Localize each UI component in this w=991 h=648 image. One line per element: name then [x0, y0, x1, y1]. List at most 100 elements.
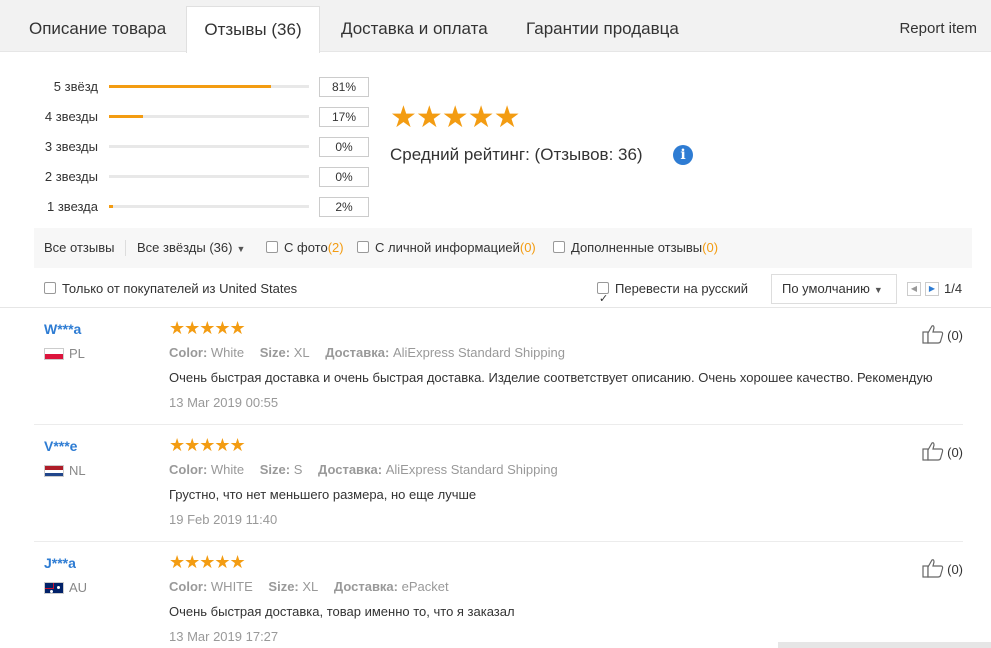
meta-size-value: XL — [302, 579, 319, 594]
reviewer-country: AU — [69, 580, 88, 595]
tab-reviews[interactable]: Отзывы (36) — [186, 6, 320, 53]
personal-info-count: (0) — [519, 240, 536, 255]
review-stars: ★★★★★ — [169, 552, 246, 572]
helpful-count: (0) — [947, 328, 963, 343]
meta-size-key: Size: — [268, 579, 299, 594]
thumbs-up-icon — [922, 442, 944, 461]
filter-all-stars-label: Все звёзды (36) — [137, 240, 233, 255]
flag-au-icon — [44, 582, 64, 594]
tab-guarantees[interactable]: Гарантии продавца — [526, 6, 679, 52]
helpful-count: (0) — [947, 445, 963, 460]
rating-bar — [109, 175, 309, 178]
meta-color-value: White — [210, 462, 245, 477]
helpful-button[interactable]: (0) — [922, 324, 963, 345]
review-date: 13 Mar 2019 00:55 — [169, 395, 279, 410]
filter-with-photo[interactable]: С фото(2) — [266, 228, 344, 268]
meta-shipping-value: AliExpress Standard Shipping — [385, 462, 558, 477]
info-icon[interactable]: i — [673, 145, 693, 165]
translate-toggle[interactable]: Перевести на русский — [597, 270, 749, 318]
rating-row-4[interactable]: 4 звезды 17% — [0, 107, 380, 127]
sort-label: По умолчанию — [782, 281, 870, 296]
rating-row-1[interactable]: 1 звезда 2% — [0, 197, 380, 217]
review-text: Очень быстрая доставка и очень быстрая д… — [169, 370, 933, 385]
chevron-down-icon: ▼ — [873, 285, 883, 295]
rating-row-3[interactable]: 3 звезды 0% — [0, 137, 380, 157]
review-stars: ★★★★★ — [169, 318, 246, 338]
reviewer-name[interactable]: J***a — [44, 555, 76, 571]
review-filter-bar: Все отзывы Все звёзды (36) ▼ С фото(2) С … — [34, 228, 972, 268]
rating-row-label: 5 звёзд — [53, 79, 98, 94]
meta-shipping-value: AliExpress Standard Shipping — [392, 345, 565, 360]
review-meta: Color: White Size: S Доставка: AliExpres… — [169, 461, 558, 479]
divider — [125, 240, 126, 256]
meta-color-value: WHITE — [210, 579, 253, 594]
tab-description[interactable]: Описание товара — [29, 6, 166, 52]
review-options-bar: Только от покупателей из United States П… — [0, 270, 991, 318]
filter-personal-info[interactable]: С личной информацией(0) — [357, 228, 536, 268]
meta-shipping-value: ePacket — [401, 579, 449, 594]
review-meta: Color: WHITE Size: XL Доставка: ePacket — [169, 578, 449, 596]
filter-additional[interactable]: Дополненные отзывы(0) — [553, 228, 718, 268]
with-photo-checkbox[interactable] — [266, 241, 278, 253]
meta-color-value: White — [210, 345, 245, 360]
review-date: 13 Mar 2019 17:27 — [169, 629, 279, 644]
meta-color-key: Color: — [169, 462, 208, 477]
rating-percent: 2% — [319, 197, 369, 217]
meta-color-key: Color: — [169, 345, 208, 360]
only-country-label: Только от покупателей из United States — [62, 281, 298, 296]
translate-label: Перевести на русский — [615, 281, 749, 296]
tab-shipping[interactable]: Доставка и оплата — [341, 6, 488, 52]
additional-checkbox[interactable] — [553, 241, 565, 253]
reviewer-name[interactable]: W***a — [44, 321, 81, 337]
sort-dropdown[interactable]: По умолчанию ▼ — [771, 274, 897, 304]
rating-bar — [109, 205, 309, 208]
rating-bar-fill — [109, 85, 271, 88]
thumbs-up-icon — [922, 325, 944, 344]
rating-row-label: 3 звезды — [44, 139, 98, 154]
additional-label: Дополненные отзывы — [571, 240, 703, 255]
helpful-button[interactable]: (0) — [922, 558, 963, 579]
review-item: J***a AU ★★★★★ Color: WHITE Size: XL Дос… — [34, 542, 963, 648]
reviewer-name[interactable]: V***e — [44, 438, 77, 454]
review-item: V***e NL ★★★★★ Color: White Size: S Дост… — [34, 425, 963, 542]
additional-count: (0) — [702, 240, 719, 255]
meta-size-value: XL — [293, 345, 310, 360]
personal-info-label: С личной информацией — [375, 240, 520, 255]
thumbs-up-icon — [922, 559, 944, 578]
report-item-link[interactable]: Report item — [899, 6, 977, 52]
review-meta: Color: White Size: XL Доставка: AliExpre… — [169, 344, 565, 362]
product-tabs: Описание товара Отзывы (36) Доставка и о… — [0, 0, 991, 53]
rating-row-2[interactable]: 2 звезды 0% — [0, 167, 380, 187]
rating-row-label: 2 звезды — [44, 169, 98, 184]
meta-color-key: Color: — [169, 579, 208, 594]
review-text: Очень быстрая доставка, товар именно то,… — [169, 604, 515, 619]
rating-percent: 17% — [319, 107, 369, 127]
meta-size-value: S — [293, 462, 303, 477]
rating-row-label: 1 звезда — [47, 199, 98, 214]
with-photo-label: С фото — [284, 240, 328, 255]
next-page-button[interactable]: ▶ — [925, 282, 939, 296]
prev-page-button[interactable]: ◀ — [907, 282, 921, 296]
helpful-count: (0) — [947, 562, 963, 577]
helpful-button[interactable]: (0) — [922, 441, 963, 462]
reviewer-country: NL — [69, 463, 86, 478]
chevron-down-icon: ▼ — [236, 244, 246, 254]
with-photo-count: (2) — [327, 240, 344, 255]
review-text: Грустно, что нет меньшего размера, но ещ… — [169, 487, 477, 502]
only-country-checkbox[interactable] — [44, 282, 56, 294]
rating-row-5[interactable]: 5 звёзд 81% — [0, 77, 380, 97]
rating-bar — [109, 85, 309, 88]
meta-shipping-key: Доставка: — [325, 345, 390, 360]
review-date: 19 Feb 2019 11:40 — [169, 512, 278, 527]
filter-all-reviews[interactable]: Все отзывы — [44, 228, 114, 268]
meta-size-key: Size: — [259, 345, 291, 360]
reviewer-country: PL — [69, 346, 85, 361]
rating-bar — [109, 145, 309, 148]
rating-percent: 81% — [319, 77, 369, 97]
rating-percent: 0% — [319, 137, 369, 157]
meta-size-key: Size: — [259, 462, 291, 477]
translate-checkbox[interactable] — [597, 280, 609, 318]
only-country-filter[interactable]: Только от покупателей из United States — [44, 270, 297, 308]
personal-info-checkbox[interactable] — [357, 241, 369, 253]
filter-all-stars-dropdown[interactable]: Все звёзды (36) ▼ — [137, 228, 245, 268]
